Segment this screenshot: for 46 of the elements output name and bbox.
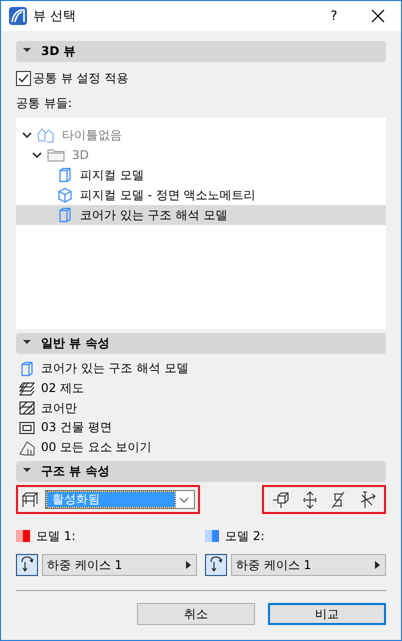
tree-item[interactable]: 타이틀없음 xyxy=(16,125,386,145)
tree-item[interactable]: 피지컬 모델 xyxy=(16,165,386,185)
help-button[interactable]: ? xyxy=(319,8,349,24)
property-text: 02 제도 xyxy=(41,380,84,398)
compare-button[interactable]: 비교 xyxy=(268,603,386,626)
tree-item[interactable]: 피지컬 모델 - 정면 액소노메트리 xyxy=(16,185,386,205)
model-label: 모델 1: xyxy=(36,528,76,545)
section-header[interactable]: 구조 뷰 속성 xyxy=(16,461,386,482)
load-case-icon[interactable] xyxy=(205,554,227,576)
list-label: 공통 뷰들: xyxy=(16,95,73,112)
tree-item[interactable]: 코어가 있는 구조 해석 모델 xyxy=(16,205,386,225)
house-icon xyxy=(19,440,35,456)
layers-icon xyxy=(19,382,35,396)
property-text: 코어만 xyxy=(41,400,77,417)
section-header[interactable]: 일반 뷰 속성 xyxy=(16,333,386,354)
load-case-selector[interactable]: 하중 케이스 1 xyxy=(231,554,386,576)
chevron-icon[interactable] xyxy=(32,151,42,159)
tree-item[interactable]: 3D xyxy=(16,145,386,165)
property-text: 코어가 있는 구조 해석 모델 xyxy=(41,360,188,378)
app-logo-icon xyxy=(9,7,27,25)
window-title: 뷰 선택 xyxy=(33,8,78,25)
floor-plan-icon xyxy=(19,420,35,435)
beam-icon[interactable] xyxy=(330,490,346,509)
checkbox[interactable] xyxy=(16,70,31,86)
box-icon xyxy=(19,360,35,377)
move-arrows-icon[interactable] xyxy=(302,490,318,509)
property-text: 00 모든 요소 보이기 xyxy=(41,439,152,456)
checkbox-label: 공통 뷰 설정 적용 xyxy=(33,70,128,86)
arrow-right-icon xyxy=(186,561,191,570)
house-icon xyxy=(37,127,55,143)
node-box-icon[interactable] xyxy=(272,490,290,509)
chevron-icon[interactable] xyxy=(22,131,32,139)
load-case-icon[interactable] xyxy=(16,554,38,576)
folder-icon xyxy=(47,148,65,162)
hatch-icon xyxy=(19,401,35,416)
cube-icon xyxy=(57,187,73,203)
chair-icon xyxy=(21,492,39,508)
model-label: 모델 2: xyxy=(225,528,264,545)
property-text: 03 건물 평면 xyxy=(41,419,112,436)
cancel-button[interactable]: 취소 xyxy=(137,603,255,626)
arrow-right-icon xyxy=(375,561,380,570)
load-case-selector[interactable]: 하중 케이스 1 xyxy=(42,554,197,576)
section-header[interactable]: 3D 뷰 xyxy=(16,41,386,62)
box-icon xyxy=(57,167,73,183)
axes-icon[interactable] xyxy=(358,490,376,509)
box-icon xyxy=(57,207,73,223)
